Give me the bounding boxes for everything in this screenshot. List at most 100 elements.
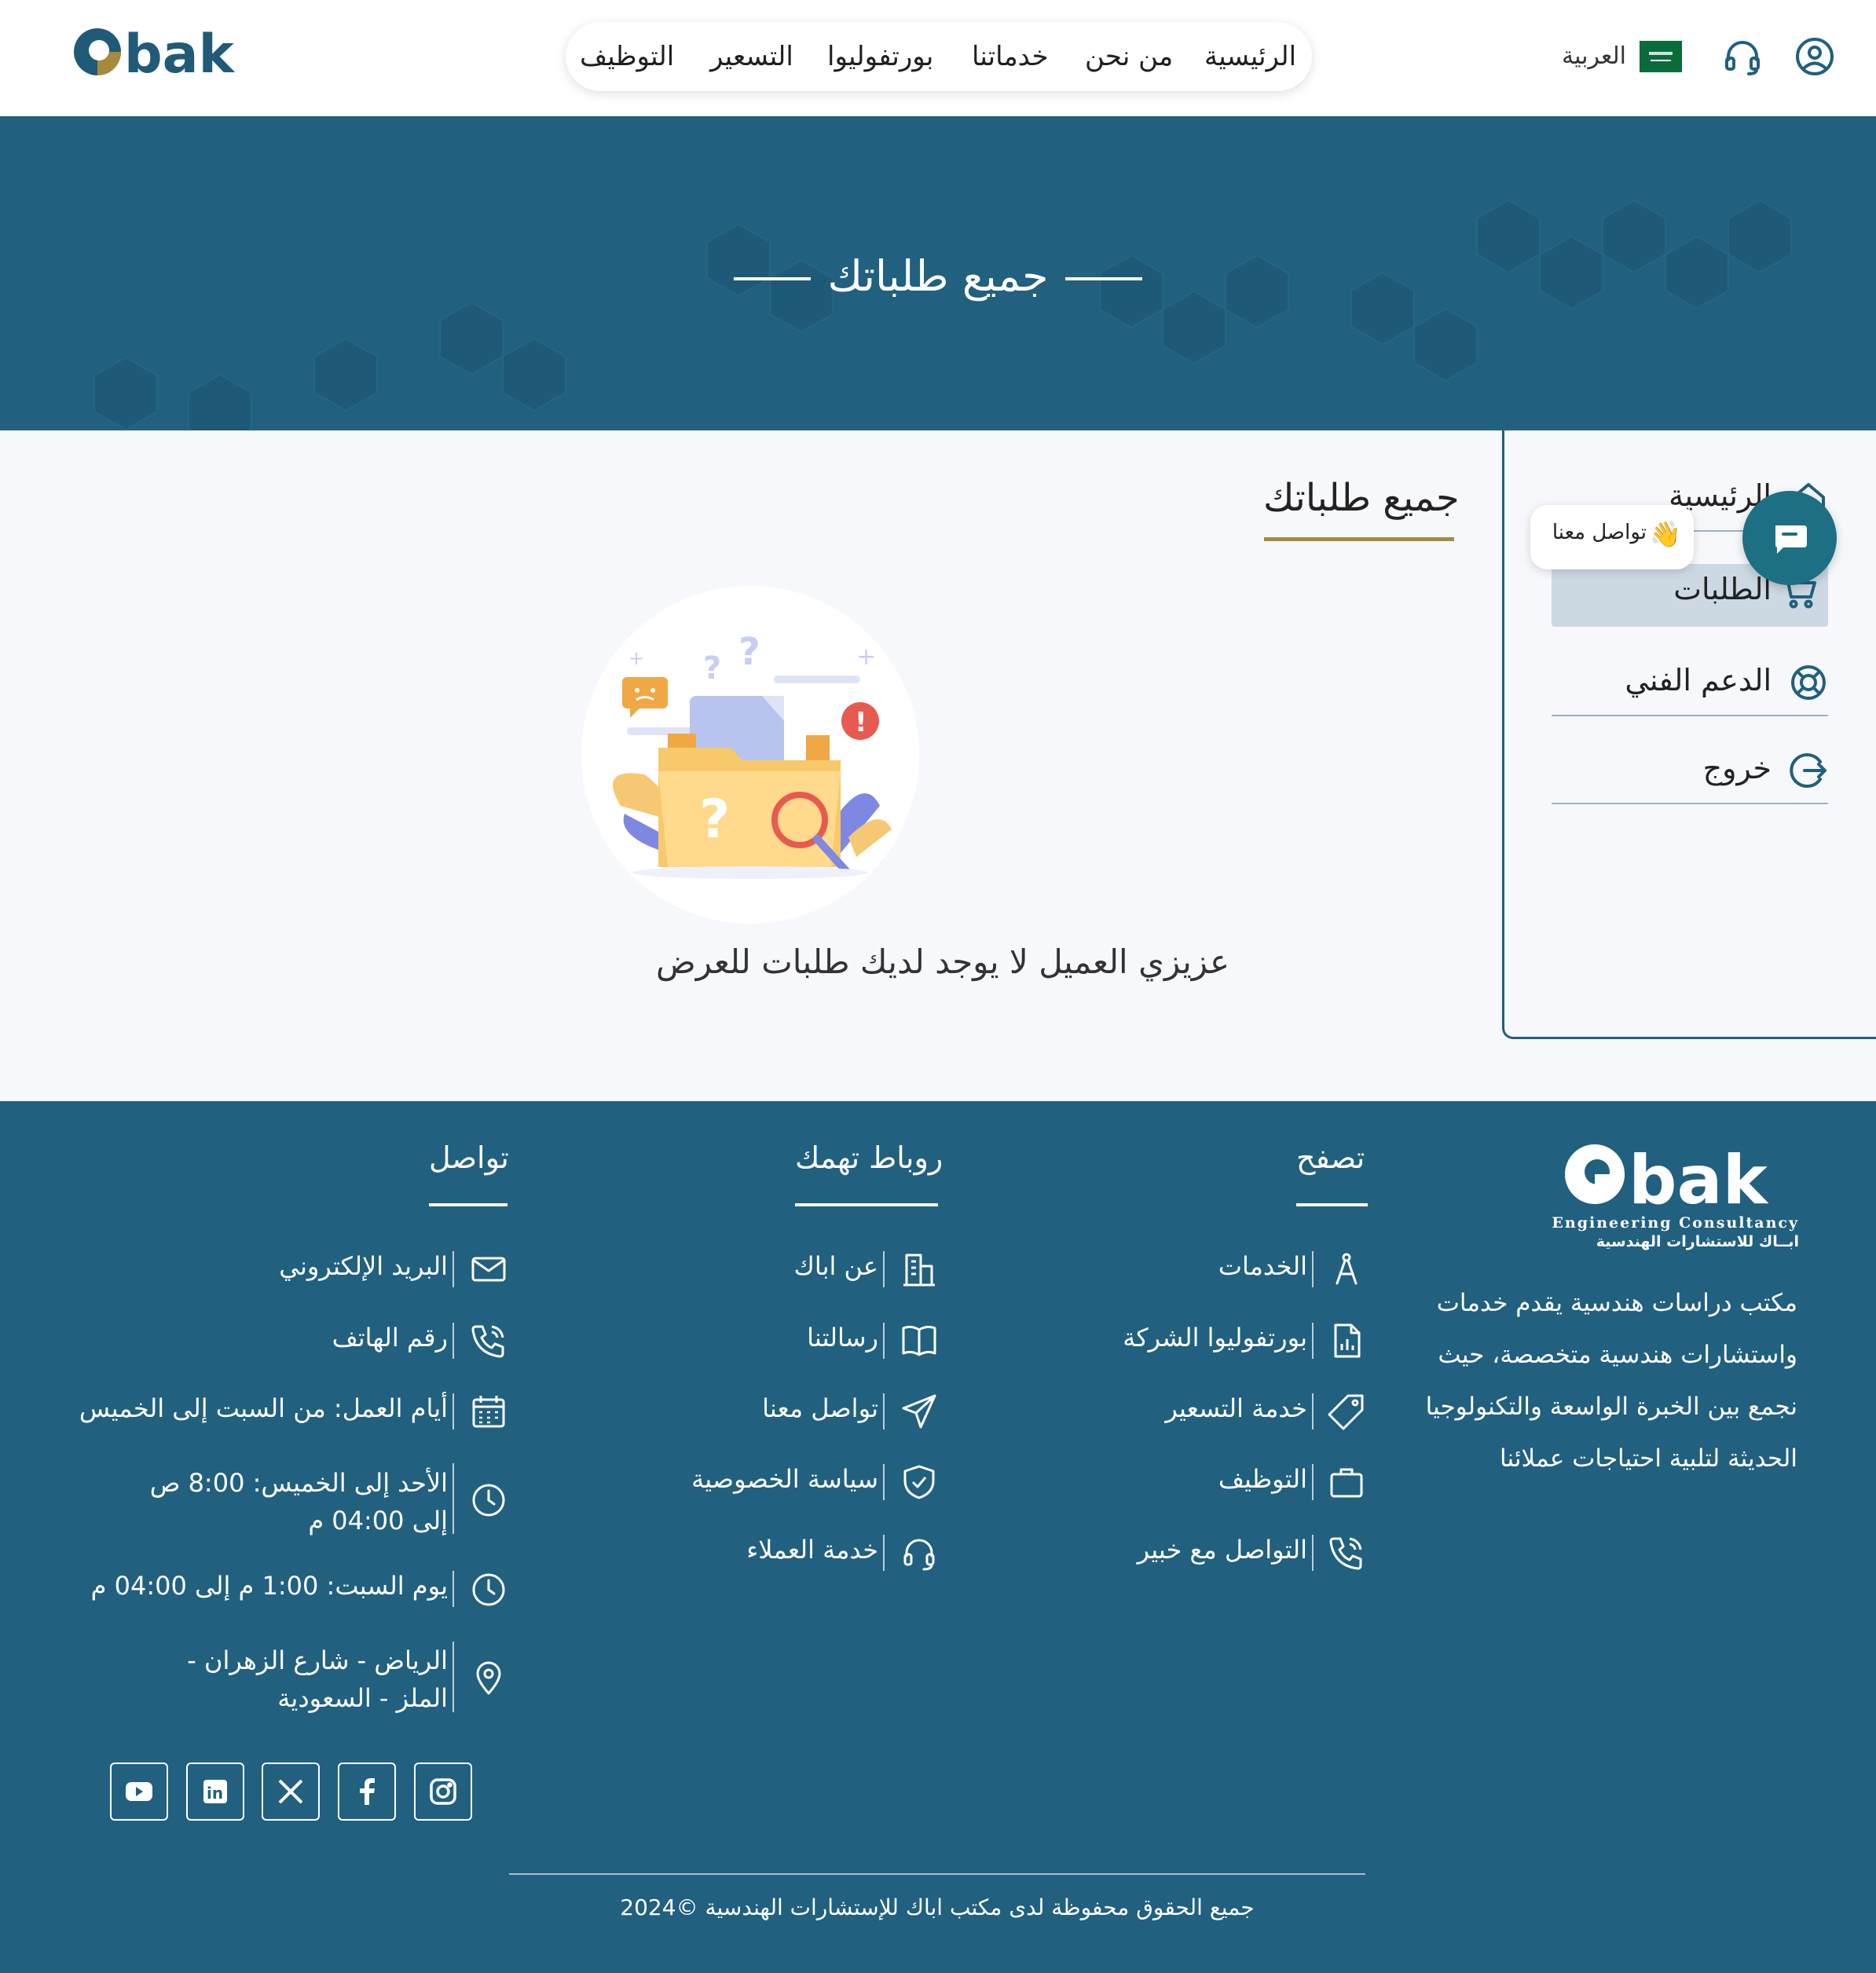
footer-link-pricing[interactable]: خدمة التسعير [1165, 1393, 1307, 1423]
buildings-icon [900, 1250, 938, 1288]
footer-links-underline [795, 1203, 938, 1206]
svg-text:+: + [856, 643, 876, 671]
youtube-icon[interactable] [110, 1763, 168, 1821]
footer-link-privacy[interactable]: سياسة الخصوصية [691, 1464, 878, 1494]
footer-contact-address: الرياض - شارع الزهران - الملز - السعودية [187, 1645, 448, 1713]
open-book-icon [900, 1322, 938, 1360]
footer-separator [453, 1323, 454, 1359]
language-label[interactable]: العربية [1562, 42, 1626, 70]
saudi-flag-icon[interactable] [1640, 41, 1682, 72]
location-pin-icon [470, 1659, 507, 1697]
sidebar-item-logout[interactable]: خروج [1552, 740, 1828, 804]
chat-bubble-icon [1771, 519, 1808, 557]
nav-pricing[interactable]: التسعير [710, 35, 793, 79]
footer-link-contact[interactable]: تواصل معنا [762, 1393, 878, 1423]
footer-separator [1312, 1393, 1314, 1429]
svg-text:!: ! [855, 707, 867, 738]
footer-link-about[interactable]: عن اباك [793, 1251, 878, 1281]
nav-home[interactable]: الرئيسية [1204, 35, 1296, 79]
obak-logo[interactable]: bak [68, 20, 264, 83]
svg-text:?: ? [738, 630, 760, 674]
footer-divider [509, 1873, 1365, 1875]
footer-description: مكتب دراسات هندسية يقدم خدمات واستشارات … [1425, 1289, 1797, 1473]
nav-careers[interactable]: التوظيف [580, 35, 674, 79]
footer-link-careers[interactable]: التوظيف [1218, 1464, 1307, 1494]
clock-icon [470, 1571, 507, 1609]
footer-contact-phone[interactable]: رقم الهاتف [332, 1323, 448, 1353]
nav-services[interactable]: خدماتنا [972, 35, 1049, 79]
main-nav [566, 22, 1312, 91]
calendar-icon [470, 1393, 507, 1430]
footer-separator [1312, 1535, 1314, 1571]
lifebuoy-icon [1789, 663, 1828, 702]
nav-about[interactable]: من نحن [1085, 35, 1173, 79]
send-icon [900, 1393, 938, 1430]
footer-logo-subtitle-ar: ابــاك للاستشارات الهندسية [1596, 1233, 1799, 1250]
briefcase-icon [1328, 1463, 1365, 1501]
empty-folder-illustration: ? ? + + ! ? [581, 586, 919, 924]
linkedin-icon[interactable]: in [186, 1763, 244, 1821]
footer-link-services[interactable]: الخدمات [1218, 1251, 1307, 1281]
report-document-icon [1328, 1322, 1365, 1360]
svg-text:?: ? [703, 650, 721, 686]
chat-prompt-bubble[interactable]: تواصل معنا 👋 [1530, 505, 1694, 569]
footer-separator [883, 1323, 885, 1359]
footer-separator [453, 1463, 454, 1534]
sidebar-item-label: خروج [1702, 751, 1772, 785]
top-header: bak الرئيسية من نحن خدماتنا بورتفوليوا ا… [0, 0, 1876, 116]
facebook-icon[interactable] [338, 1763, 396, 1821]
svg-text:+: + [628, 647, 644, 669]
title-underline [1264, 537, 1454, 541]
empty-state-message: عزيزي العميل لا يوجد لديك طلبات للعرض [655, 943, 1230, 981]
footer-contact-email[interactable]: البريد الإلكتروني [279, 1251, 448, 1281]
footer-link-portfolio[interactable]: بورتفوليوا الشركة [1123, 1323, 1307, 1353]
nav-portfolio[interactable]: بورتفوليوا [827, 35, 933, 79]
footer-separator [453, 1393, 454, 1429]
footer-separator [453, 1571, 454, 1607]
headset-icon [900, 1534, 938, 1572]
footer-link-customer-service[interactable]: خدمة العملاء [746, 1535, 878, 1565]
instagram-icon[interactable] [414, 1763, 472, 1821]
headset-icon[interactable] [1722, 36, 1763, 77]
footer-separator [1312, 1323, 1314, 1359]
footer-separator [453, 1642, 454, 1712]
price-tag-icon [1328, 1393, 1365, 1430]
footer-contact-saturday-hours: يوم السبت: 1:00 م إلى 04:00 م [90, 1571, 448, 1601]
footer-contact-workdays: أيام العمل: من السبت إلى الخميس [79, 1393, 448, 1423]
footer-separator [883, 1393, 885, 1429]
footer-separator [1312, 1464, 1314, 1500]
footer-separator [453, 1251, 454, 1287]
shield-check-icon [900, 1463, 938, 1501]
footer-separator [1312, 1251, 1314, 1287]
logout-icon [1789, 751, 1828, 790]
footer-logo-subtitle-en: Engineering Consultancy [1552, 1214, 1799, 1232]
footer-contact-title: تواصل [429, 1140, 509, 1175]
user-account-icon[interactable] [1794, 36, 1835, 77]
footer-link-expert[interactable]: التواصل مع خبير [1138, 1535, 1307, 1565]
footer-link-mission[interactable]: رسالتنا [807, 1323, 878, 1353]
compass-icon [1328, 1250, 1365, 1288]
phone-call-icon [1328, 1534, 1365, 1572]
footer-browse-underline [1296, 1203, 1368, 1206]
chat-prompt-label: تواصل معنا [1552, 521, 1647, 544]
sidebar-item-label: الطلبات [1673, 572, 1772, 606]
envelope-icon [470, 1250, 507, 1288]
banner-title: جميع طلباتك [0, 251, 1876, 301]
svg-text:?: ? [699, 789, 730, 851]
svg-text:in: in [207, 1784, 223, 1803]
footer-separator [883, 1464, 885, 1500]
phone-call-icon [470, 1322, 507, 1360]
sidebar-item-label: الدعم الفني [1625, 663, 1772, 697]
x-twitter-icon[interactable] [262, 1763, 320, 1821]
page-banner: جميع طلباتك [0, 116, 1876, 430]
footer-links-title: روباط تهمك [795, 1140, 943, 1175]
copyright-text: جميع الحقوق محفوظة لدى مكتب اباك للإستشا… [620, 1894, 1255, 1920]
footer-logo[interactable]: bak Engineering Consultancy ابــاك للاست… [1552, 1139, 1799, 1257]
footer-separator [883, 1535, 885, 1571]
footer-contact-weekday-hours: الأحد إلى الخميس: 8:00 ص إلى 04:00 م [149, 1468, 448, 1536]
footer-separator [883, 1251, 885, 1287]
svg-text:bak: bak [1629, 1141, 1769, 1220]
chat-launcher-button[interactable] [1742, 491, 1837, 585]
sidebar-item-support[interactable]: الدعم الفني [1552, 652, 1828, 716]
waving-hand-icon: 👋 [1650, 519, 1681, 549]
